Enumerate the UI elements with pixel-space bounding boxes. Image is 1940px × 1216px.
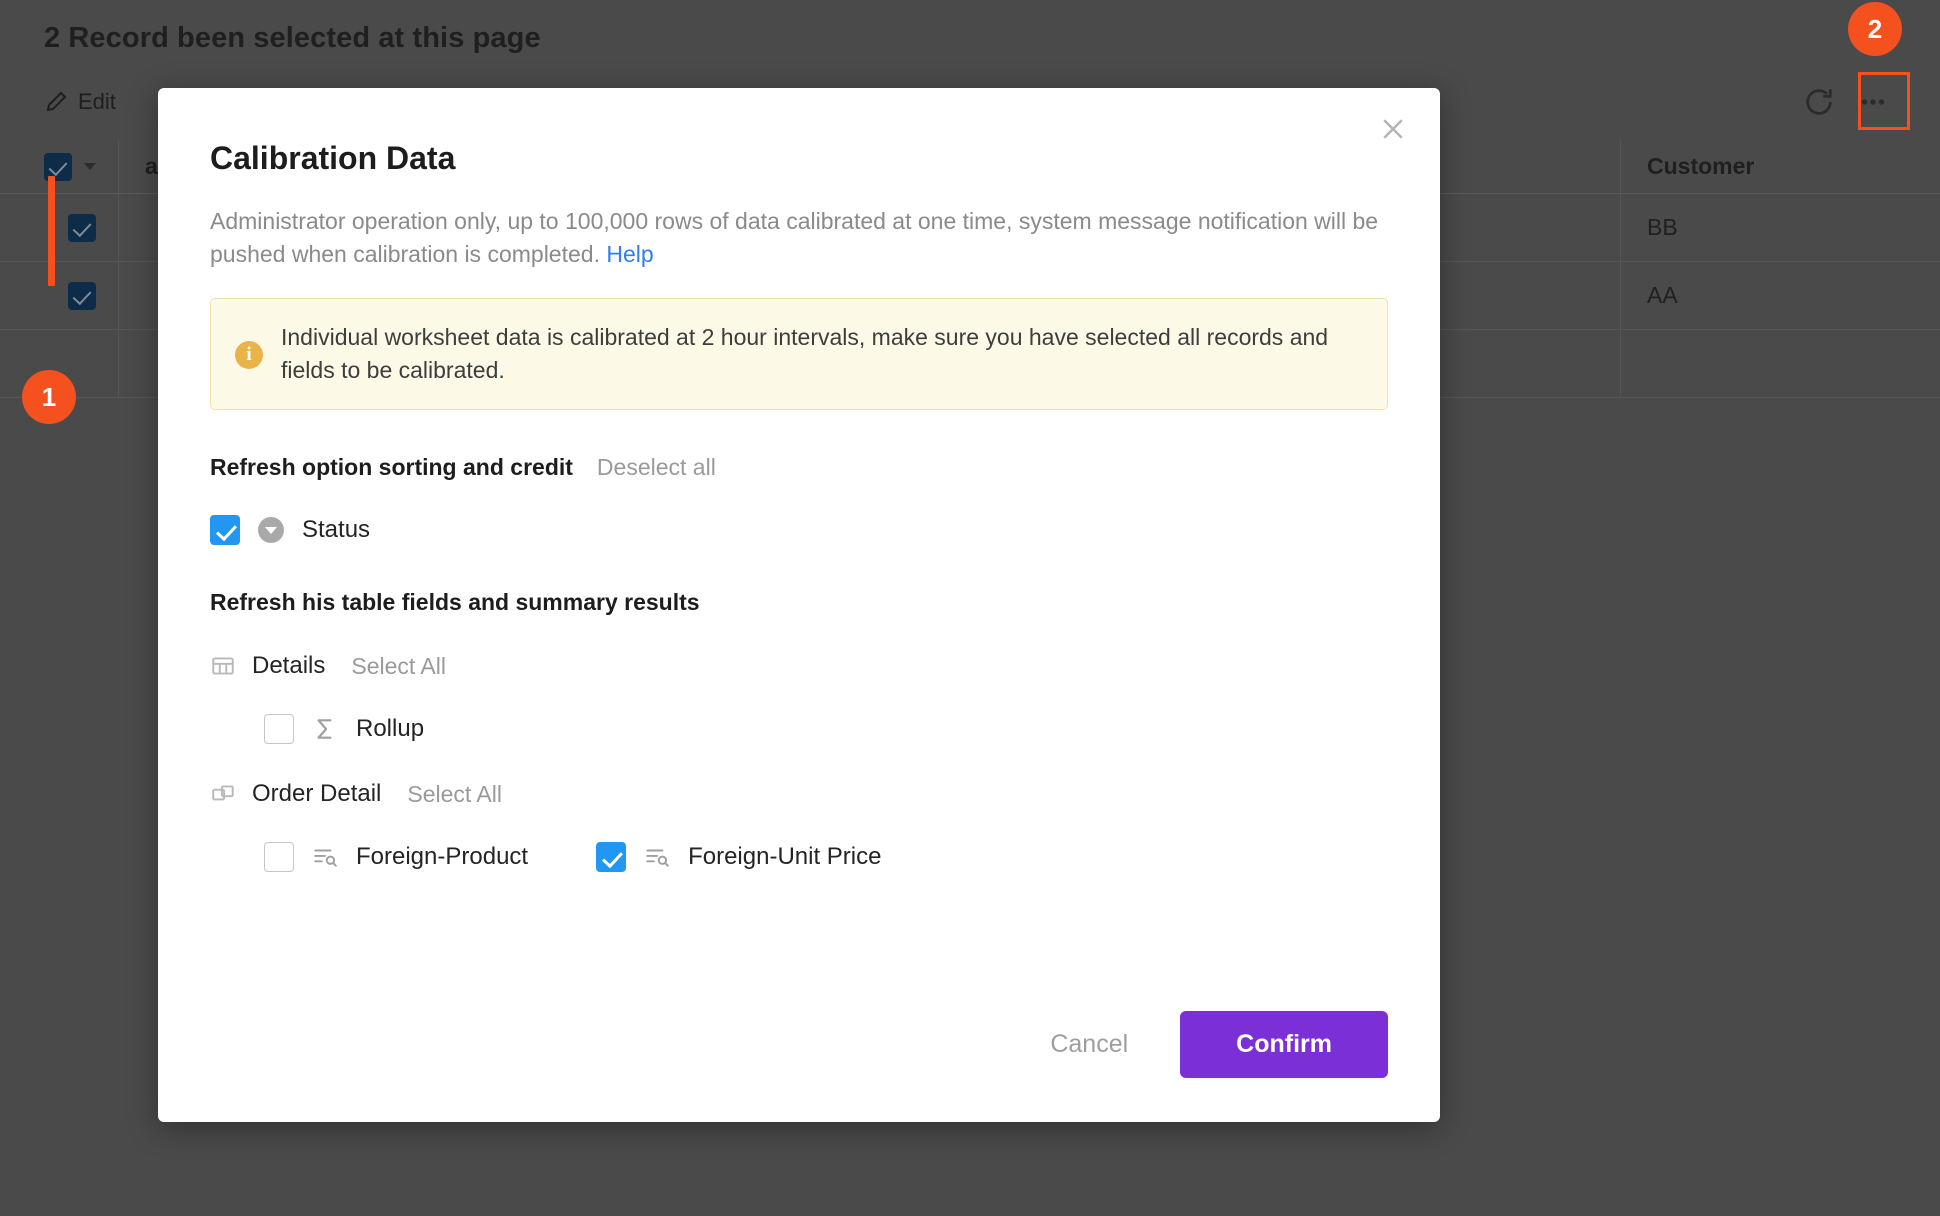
table-grid-icon: [212, 657, 234, 675]
lookup-field-icon: [646, 849, 669, 868]
status-checkbox[interactable]: [210, 515, 240, 546]
related-records-icon: [212, 785, 234, 801]
dialog-title: Calibration Data: [210, 140, 456, 176]
lookup-field-icon: [314, 849, 337, 868]
options-section-header: Refresh option sorting and credit Desele…: [210, 454, 1388, 481]
rollup-label: Rollup: [356, 715, 425, 743]
dialog-description: Administrator operation only, up to 100,…: [210, 205, 1388, 272]
info-icon: i: [235, 340, 263, 369]
cancel-button[interactable]: Cancel: [1032, 1016, 1146, 1073]
row-customer-cell-empty: [1620, 330, 1940, 397]
info-banner-text: Individual worksheet data is calibrated …: [281, 323, 1329, 384]
fields-section-header: Refresh his table fields and summary res…: [210, 589, 1388, 616]
calibration-data-dialog: Calibration Data Administrator operation…: [158, 88, 1440, 1122]
fields-section-title: Refresh his table fields and summary res…: [210, 589, 700, 616]
deselect-all-button[interactable]: Deselect all: [597, 454, 716, 481]
field-row-rollup[interactable]: Rollup: [210, 714, 1388, 745]
row-checkbox[interactable]: [68, 213, 96, 242]
field-row-foreign-fields: Foreign-Product Foreign-Unit Price: [210, 842, 1388, 873]
chevron-down-icon[interactable]: [84, 163, 96, 170]
group-label-order-detail: Order Detail: [252, 780, 382, 808]
select-all-details-button[interactable]: Select All: [351, 653, 446, 680]
foreign-unit-price-label: Foreign-Unit Price: [688, 843, 882, 871]
foreign-product-checkbox[interactable]: [264, 842, 294, 873]
highlight-bar: [48, 176, 55, 286]
help-link[interactable]: Help: [606, 241, 653, 267]
row-select-cell[interactable]: [0, 281, 118, 310]
close-icon: [1383, 119, 1403, 139]
selection-banner: 2 Record been selected at this page: [44, 22, 541, 54]
dialog-footer: Cancel Confirm: [1032, 1011, 1388, 1078]
options-section-title: Refresh option sorting and credit: [210, 454, 573, 481]
group-label-details: Details: [252, 652, 326, 680]
row-checkbox[interactable]: [68, 281, 96, 310]
row-select-cell[interactable]: [0, 213, 118, 242]
info-banner: i Individual worksheet data is calibrate…: [210, 297, 1388, 411]
dialog-description-text: Administrator operation only, up to 100,…: [210, 208, 1379, 268]
close-button[interactable]: [1372, 108, 1414, 150]
select-all-order-detail-button[interactable]: Select All: [407, 781, 502, 808]
annotation-badge-1: 1: [22, 370, 76, 424]
refresh-icon[interactable]: [1802, 85, 1836, 119]
foreign-product-label: Foreign-Product: [356, 843, 529, 871]
edit-button[interactable]: Edit: [44, 89, 116, 115]
pencil-icon: [46, 91, 67, 112]
row-customer-cell: BB: [1620, 194, 1940, 261]
edit-button-label: Edit: [78, 89, 116, 114]
rollup-checkbox[interactable]: [264, 714, 294, 745]
annotation-badge-2: 2: [1848, 2, 1902, 56]
status-label: Status: [302, 516, 371, 544]
dialog-body: Calibration Data Administrator operation…: [158, 88, 1440, 873]
dropdown-field-icon: [258, 517, 284, 544]
row-customer-cell: AA: [1620, 262, 1940, 329]
confirm-button[interactable]: Confirm: [1180, 1011, 1388, 1078]
select-all-cell[interactable]: [0, 152, 118, 181]
sigma-rollup-icon: [317, 719, 332, 740]
group-row-details: Details Select All: [210, 652, 1388, 680]
more-button-highlight-box: [1858, 72, 1910, 130]
option-row-status[interactable]: Status: [210, 515, 1388, 546]
foreign-unit-price-checkbox[interactable]: [596, 842, 627, 873]
column-header-customer: Customer: [1620, 140, 1940, 193]
group-row-order-detail: Order Detail Select All: [210, 780, 1388, 808]
